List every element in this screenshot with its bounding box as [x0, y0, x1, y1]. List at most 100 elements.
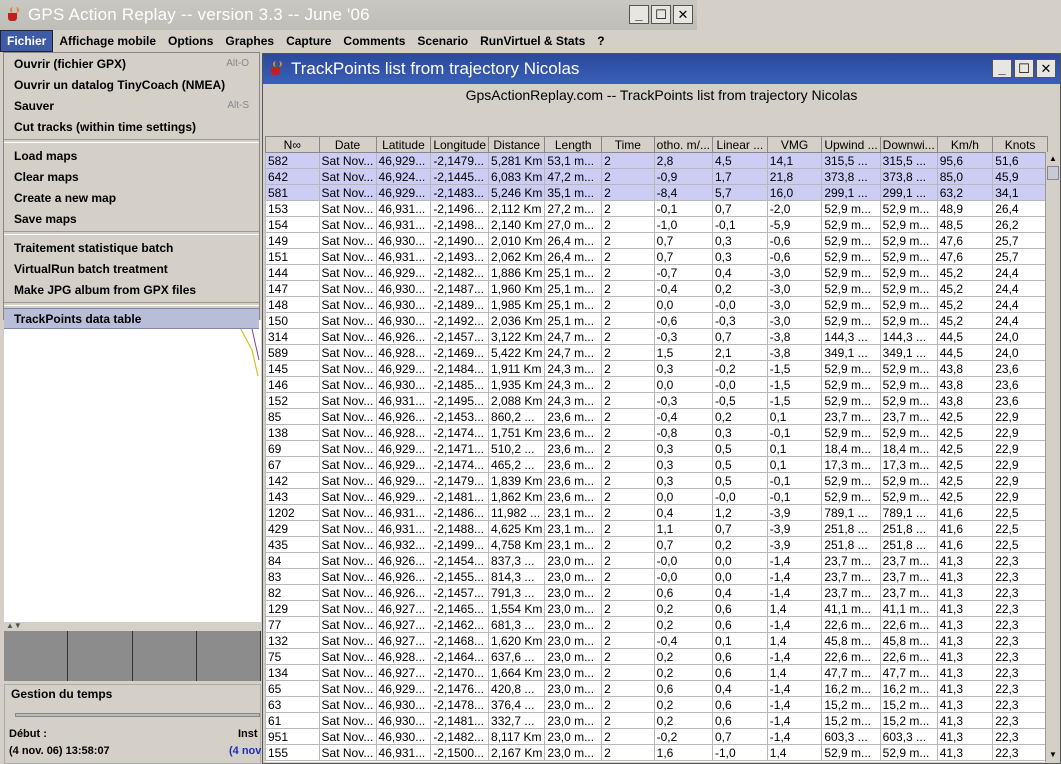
- table-cell[interactable]: -2,1462...: [430, 616, 490, 633]
- table-cell[interactable]: -1,0: [653, 216, 714, 233]
- table-cell[interactable]: 0,2: [712, 280, 768, 297]
- table-cell[interactable]: 23,6 m...: [544, 440, 603, 457]
- table-cell[interactable]: -2,1487...: [430, 280, 490, 297]
- table-row[interactable]: 147 Sat Nov... 46,930... -2,1487... 1,960 Km…: [265, 280, 1048, 297]
- table-cell[interactable]: -2,1479...: [430, 152, 490, 169]
- table-cell[interactable]: 2: [601, 232, 655, 249]
- table-cell[interactable]: 52,9 m...: [821, 264, 881, 281]
- table-cell[interactable]: 2: [601, 280, 655, 297]
- table-cell[interactable]: 24,4: [992, 264, 1048, 281]
- column-header[interactable]: VMG: [766, 136, 823, 153]
- table-cell[interactable]: 41,3: [936, 616, 994, 633]
- table-cell[interactable]: 43,8: [936, 376, 994, 393]
- table-cell[interactable]: 23,6 m...: [544, 456, 603, 473]
- table-cell[interactable]: Sat Nov...: [318, 328, 377, 345]
- table-cell[interactable]: -0,2: [712, 360, 768, 377]
- table-cell[interactable]: 1,911 Km: [488, 360, 546, 377]
- table-cell[interactable]: -2,1485...: [430, 376, 490, 393]
- table-cell[interactable]: 2: [601, 488, 655, 505]
- table-cell[interactable]: 18,4 m...: [879, 440, 938, 457]
- table-cell[interactable]: -0,9: [653, 168, 714, 185]
- table-cell[interactable]: 24,7 m...: [544, 328, 603, 345]
- table-cell[interactable]: 1,4: [766, 664, 823, 681]
- table-cell[interactable]: 1,4: [766, 744, 823, 761]
- table-cell[interactable]: 46,929...: [375, 152, 432, 169]
- table-cell[interactable]: 23,1 m...: [544, 504, 603, 521]
- table-cell[interactable]: 46,930...: [375, 712, 432, 729]
- table-cell[interactable]: 52,9 m...: [821, 280, 881, 297]
- table-cell[interactable]: 52,9 m...: [879, 248, 938, 265]
- table-cell[interactable]: 642: [265, 168, 320, 185]
- table-cell[interactable]: 5,246 Km: [488, 184, 546, 201]
- table-cell[interactable]: 16,2 m...: [821, 680, 881, 697]
- file-menu-item[interactable]: Make JPG album from GPX files: [4, 279, 259, 300]
- table-cell[interactable]: -0,0: [653, 552, 714, 569]
- table-cell[interactable]: 0,7: [712, 328, 768, 345]
- table-cell[interactable]: 69: [265, 440, 320, 457]
- column-header[interactable]: Length: [544, 136, 603, 153]
- table-cell[interactable]: 0,4: [653, 504, 714, 521]
- table-cell[interactable]: -0,3: [712, 312, 768, 329]
- table-cell[interactable]: 27,0 m...: [544, 216, 603, 233]
- file-menu-item[interactable]: Load maps: [4, 145, 259, 166]
- table-cell[interactable]: 299,1 ...: [879, 184, 938, 201]
- table-row[interactable]: 589 Sat Nov... 46,928... -2,1469... 5,422 Km…: [265, 344, 1048, 361]
- table-row[interactable]: 151 Sat Nov... 46,931... -2,1493... 2,062 Km…: [265, 248, 1048, 265]
- table-cell[interactable]: 23,0 m...: [544, 552, 603, 569]
- table-cell[interactable]: -2,1486...: [430, 504, 490, 521]
- table-row[interactable]: 75 Sat Nov... 46,928... -2,1464... 637,6 ...…: [265, 648, 1048, 665]
- table-row[interactable]: 63 Sat Nov... 46,930... -2,1478... 376,4 ...…: [265, 696, 1048, 713]
- table-cell[interactable]: 0,6: [712, 648, 768, 665]
- table-cell[interactable]: 25,1 m...: [544, 280, 603, 297]
- table-cell[interactable]: 41,3: [936, 600, 994, 617]
- table-cell[interactable]: 24,4: [992, 296, 1048, 313]
- table-cell[interactable]: 465,2 ...: [488, 456, 546, 473]
- table-row[interactable]: 642 Sat Nov... 46,924... -2,1445... 6,083 Km…: [265, 168, 1048, 185]
- table-cell[interactable]: Sat Nov...: [318, 392, 377, 409]
- table-cell[interactable]: 0,7: [712, 728, 768, 745]
- minimize-button[interactable]: _: [992, 59, 1012, 78]
- table-cell[interactable]: 0,2: [653, 648, 714, 665]
- table-cell[interactable]: 4,5: [712, 152, 768, 169]
- table-cell[interactable]: 35,1 m...: [544, 184, 603, 201]
- table-cell[interactable]: 23,1 m...: [544, 520, 603, 537]
- table-cell[interactable]: 23,0 m...: [544, 632, 603, 649]
- table-cell[interactable]: 837,3 ...: [488, 552, 546, 569]
- table-cell[interactable]: 251,8 ...: [821, 536, 881, 553]
- column-header[interactable]: Date: [318, 136, 377, 153]
- table-cell[interactable]: 48,5: [936, 216, 994, 233]
- table-cell[interactable]: 46,931...: [375, 392, 432, 409]
- table-cell[interactable]: 52,9 m...: [879, 472, 938, 489]
- table-cell[interactable]: 314: [265, 328, 320, 345]
- scroll-down-icon[interactable]: ▼: [1046, 748, 1060, 762]
- table-cell[interactable]: 42,5: [936, 456, 994, 473]
- table-cell[interactable]: 22,3: [992, 632, 1048, 649]
- table-cell[interactable]: -1,4: [766, 696, 823, 713]
- table-cell[interactable]: -2,1481...: [430, 488, 490, 505]
- table-cell[interactable]: 23,0 m...: [544, 712, 603, 729]
- table-cell[interactable]: 2: [601, 584, 655, 601]
- table-cell[interactable]: -2,1455...: [430, 568, 490, 585]
- table-cell[interactable]: 23,6: [992, 376, 1048, 393]
- table-cell[interactable]: -2,1465...: [430, 600, 490, 617]
- table-cell[interactable]: 6,083 Km: [488, 168, 546, 185]
- table-cell[interactable]: 2,140 Km: [488, 216, 546, 233]
- table-cell[interactable]: 0,2: [712, 408, 768, 425]
- table-cell[interactable]: 45,8 m...: [821, 632, 881, 649]
- table-cell[interactable]: 23,6: [992, 392, 1048, 409]
- table-cell[interactable]: 82: [265, 584, 320, 601]
- table-cell[interactable]: 77: [265, 616, 320, 633]
- table-cell[interactable]: 15,2 m...: [879, 696, 938, 713]
- table-cell[interactable]: 23,6 m...: [544, 408, 603, 425]
- table-cell[interactable]: 0,6: [653, 680, 714, 697]
- table-cell[interactable]: 75: [265, 648, 320, 665]
- table-cell[interactable]: 332,7 ...: [488, 712, 546, 729]
- table-cell[interactable]: 52,9 m...: [879, 216, 938, 233]
- menu-graphes[interactable]: Graphes: [219, 31, 280, 51]
- table-cell[interactable]: 24,3 m...: [544, 360, 603, 377]
- table-cell[interactable]: 2: [601, 568, 655, 585]
- table-cell[interactable]: 41,6: [936, 520, 994, 537]
- table-cell[interactable]: 22,3: [992, 552, 1048, 569]
- column-header[interactable]: Upwind ...: [821, 136, 881, 153]
- table-cell[interactable]: -2,1493...: [430, 248, 490, 265]
